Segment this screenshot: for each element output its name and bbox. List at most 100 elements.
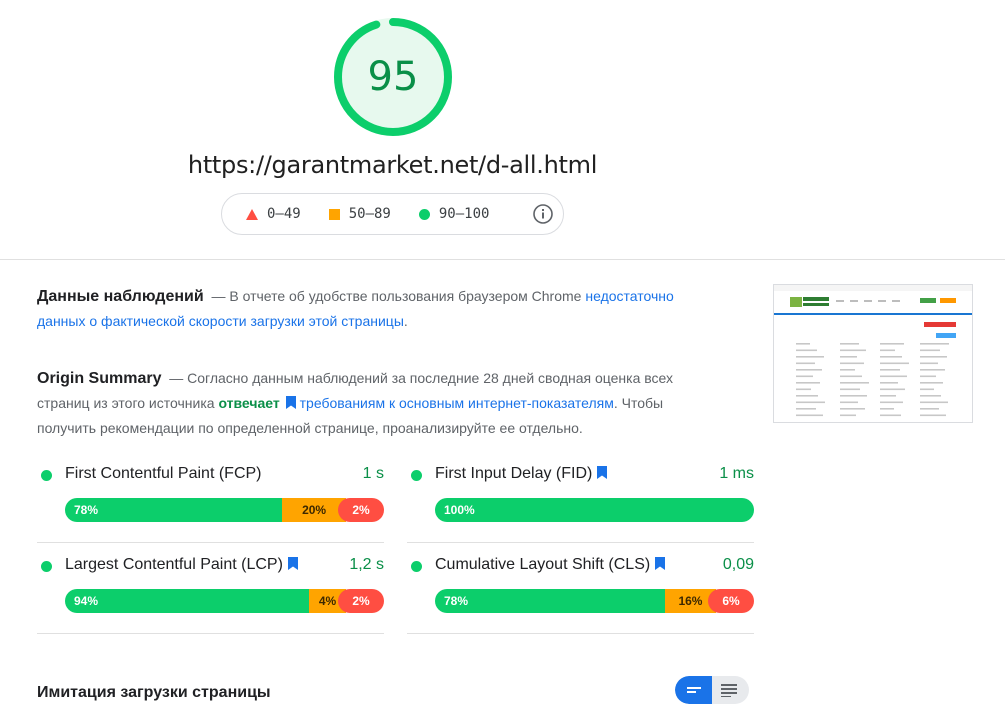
thumbnail-text-line — [840, 369, 855, 371]
thumbnail-text-line — [840, 362, 864, 365]
thumbnail-text-line — [880, 408, 894, 410]
bookmark-icon — [287, 557, 298, 570]
header-divider — [0, 259, 1005, 260]
thumbnail-text-line — [880, 343, 904, 345]
distribution-bar: 94% 4% 2% — [65, 589, 384, 613]
bar-average: 20% — [282, 498, 346, 522]
thumbnail-text-line — [920, 343, 949, 345]
legend-good: 90–100 — [418, 206, 490, 222]
legend-good-label: 90–100 — [438, 206, 490, 222]
legend-poor: 0–49 — [246, 206, 301, 222]
thumbnail-text-line — [796, 395, 818, 397]
view-toggle[interactable] — [675, 676, 749, 704]
origin-summary-title: Origin Summary — [37, 370, 162, 387]
thumbnail-text-line — [880, 356, 902, 358]
bar-good: 100% — [435, 498, 754, 522]
bookmark-icon — [597, 466, 608, 479]
thumbnail-text-line — [796, 343, 810, 345]
legend-average-label: 50–89 — [348, 206, 391, 222]
thumbnail-text-line — [920, 362, 938, 365]
thumbnail-text-line — [920, 382, 943, 384]
thumbnail-text-line — [796, 362, 815, 365]
thumbnail-text-line — [920, 349, 940, 352]
thumbnail-text-line — [796, 408, 816, 410]
metric-name: First Input Delay (FID) — [435, 465, 608, 483]
info-icon[interactable] — [532, 203, 554, 225]
performance-score-gauge: 95 — [332, 16, 454, 138]
thumbnail-text-line — [840, 356, 857, 358]
thumbnail-text-line — [796, 356, 824, 358]
thumbnail-text-line — [880, 395, 896, 397]
thumbnail-text-line — [840, 408, 865, 410]
metric-fid: First Input Delay (FID) 1 ms 100% — [407, 451, 754, 543]
metric-value: 0,09 — [722, 556, 754, 573]
thumbnail-text-line — [920, 388, 934, 391]
legend-average: 50–89 — [328, 206, 391, 222]
field-data-section: Данные наблюдений — В отчете об удобстве… — [37, 284, 697, 334]
lab-data-title: Имитация загрузки страницы — [37, 684, 271, 701]
thumbnail-text-line — [796, 388, 811, 391]
status-good-icon — [411, 470, 422, 481]
bar-good: 94% — [65, 589, 309, 613]
cwv-status: отвечает — [218, 395, 280, 411]
thumbnail-text-line — [880, 349, 895, 352]
metric-divider — [407, 633, 754, 634]
metric-name-text: Largest Contentful Paint (LCP) — [65, 556, 283, 573]
bar-good: 78% — [435, 589, 665, 613]
thumbnail-text-line — [840, 343, 859, 345]
thumbnail-text-line — [880, 401, 903, 404]
metric-value: 1,2 s — [349, 556, 384, 573]
metric-name: Largest Contentful Paint (LCP) — [65, 556, 298, 574]
thumbnail-text-line — [796, 401, 825, 404]
thumbnail-text-line — [796, 369, 822, 371]
page-screenshot-thumbnail — [773, 284, 973, 423]
bookmark-icon — [285, 396, 296, 409]
metric-cls: Cumulative Layout Shift (CLS) 0,09 78% 1… — [407, 542, 754, 634]
bar-good: 78% — [65, 498, 283, 522]
bar-poor: 2% — [337, 498, 384, 522]
score-legend: 0–49 50–89 90–100 — [221, 193, 564, 235]
metric-value: 1 ms — [719, 465, 754, 482]
thumbnail-text-line — [920, 401, 948, 404]
legend-poor-label: 0–49 — [267, 206, 301, 222]
thumbnail-text-line — [920, 395, 941, 397]
square-icon — [328, 208, 340, 220]
bar-poor: 2% — [338, 589, 384, 613]
thumbnail-text-line — [840, 375, 862, 378]
distribution-bar: 100% — [435, 498, 754, 522]
thumbnail-text-line — [840, 349, 866, 352]
metric-value: 1 s — [362, 465, 384, 482]
compact-view-icon[interactable] — [685, 683, 703, 697]
thumbnail-text-line — [880, 375, 907, 378]
distribution-bar: 78% 20% 2% — [65, 498, 384, 522]
thumbnail-text-line — [840, 401, 858, 404]
page-url: https://garantmarket.net/d-all.html — [187, 151, 598, 179]
thumbnail-text-line — [920, 408, 939, 410]
thumbnail-text-line — [796, 375, 813, 378]
cwv-link[interactable]: требованиям к основным интернет-показате… — [300, 395, 614, 411]
metric-fcp: First Contentful Paint (FCP) 1 s 78% 20%… — [37, 451, 384, 543]
thumbnail-text-line — [840, 382, 869, 384]
thumbnail-text-line — [796, 382, 820, 384]
metric-name-text: First Input Delay (FID) — [435, 465, 593, 482]
field-data-text-end: . — [403, 313, 408, 329]
thumbnail-text-line — [920, 414, 946, 417]
thumbnail-text-line — [880, 414, 901, 417]
score-value: 95 — [367, 54, 419, 100]
metric-divider — [37, 633, 384, 634]
metric-name: Cumulative Layout Shift (CLS) — [435, 556, 666, 574]
thumbnail-text-line — [796, 414, 823, 417]
thumbnail-text-line — [880, 362, 909, 365]
distribution-bar: 78% 16% 6% — [435, 589, 754, 613]
thumbnail-text-line — [840, 388, 860, 391]
thumbnail-text-line — [880, 388, 905, 391]
thumbnail-text-line — [840, 414, 856, 417]
thumbnail-text-line — [840, 395, 867, 397]
thumbnail-text-line — [920, 375, 936, 378]
metric-name-text: First Contentful Paint (FCP) — [65, 465, 262, 482]
metric-name: First Contentful Paint (FCP) — [65, 465, 262, 483]
field-data-title: Данные наблюдений — [37, 288, 204, 305]
triangle-icon — [246, 208, 258, 220]
metric-name-text: Cumulative Layout Shift (CLS) — [435, 556, 651, 573]
expanded-view-icon[interactable] — [720, 683, 738, 697]
